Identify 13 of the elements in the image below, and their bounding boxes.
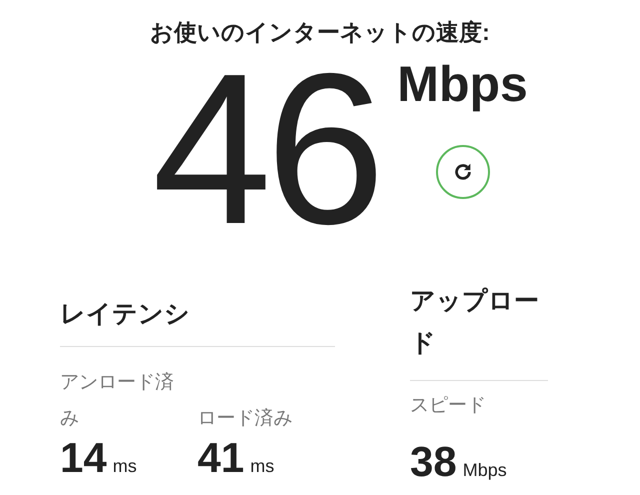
metric-label: ロード済み (198, 406, 294, 431)
metric-value: 38 (410, 440, 457, 483)
metric-unit: ms (250, 454, 274, 478)
metric-unit: ms (112, 454, 137, 478)
metric-unit: Mbps (462, 458, 507, 482)
metric-label: スピード (410, 394, 487, 418)
upload-heading: アップロード (410, 286, 540, 359)
speed-unit: Mbps (397, 58, 528, 109)
latency-heading: レイテンシ (60, 299, 191, 330)
refresh-button[interactable] (436, 144, 490, 199)
metric-label: アンロード済み (60, 370, 175, 431)
metric-value: 14 (60, 436, 107, 479)
metric-value: 41 (198, 436, 244, 479)
